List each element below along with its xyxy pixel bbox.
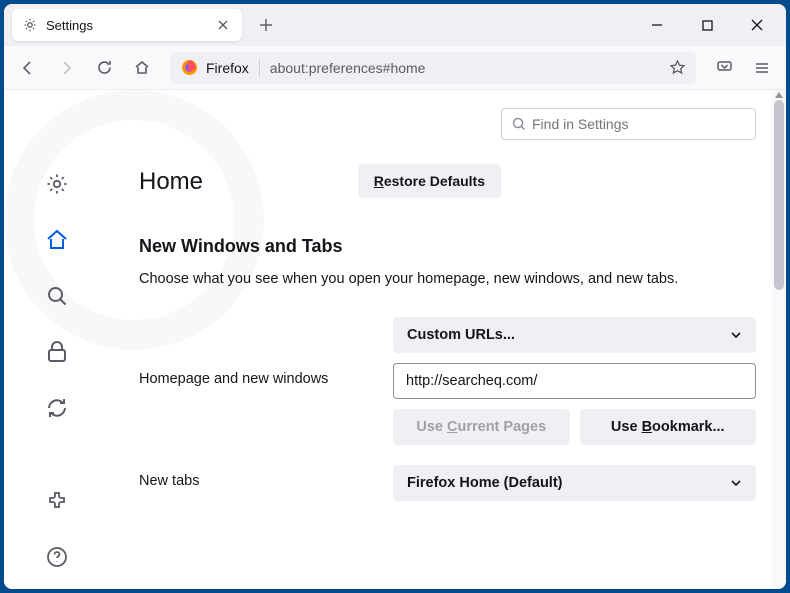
close-tab-icon[interactable] xyxy=(214,16,232,34)
url-divider xyxy=(259,59,260,77)
gear-icon xyxy=(22,17,38,33)
main-content: Restore Defaults Home New Windows and Ta… xyxy=(109,90,786,589)
chevron-down-icon xyxy=(730,329,742,341)
section-title: New Windows and Tabs xyxy=(139,236,756,257)
address-bar[interactable]: Firefox about:preferences#home xyxy=(170,52,696,84)
sidebar-privacy-icon[interactable] xyxy=(43,338,71,366)
url-prefix: Firefox xyxy=(206,60,249,76)
sidebar xyxy=(4,90,109,589)
search-icon xyxy=(512,117,526,131)
sidebar-sync-icon[interactable] xyxy=(43,394,71,422)
pocket-icon[interactable] xyxy=(708,52,740,84)
newtabs-select-value: Firefox Home (Default) xyxy=(407,475,563,491)
newtabs-label: New tabs xyxy=(139,465,393,489)
homepage-url-input[interactable] xyxy=(393,363,756,399)
maximize-button[interactable] xyxy=(682,4,732,46)
sidebar-help-icon[interactable] xyxy=(43,543,71,571)
homepage-select-value: Custom URLs... xyxy=(407,327,515,343)
homepage-select[interactable]: Custom URLs... xyxy=(393,317,756,353)
menu-icon[interactable] xyxy=(746,52,778,84)
new-tab-button[interactable] xyxy=(250,9,282,41)
search-settings-box[interactable] xyxy=(501,108,756,140)
tab-bar: Settings xyxy=(4,4,786,46)
reload-button[interactable] xyxy=(88,52,120,84)
url-path: about:preferences#home xyxy=(270,60,661,76)
search-settings-input[interactable] xyxy=(532,116,745,132)
back-button[interactable] xyxy=(12,52,44,84)
forward-button[interactable] xyxy=(50,52,82,84)
section-description: Choose what you see when you open your h… xyxy=(139,269,756,289)
chevron-down-icon xyxy=(730,477,742,489)
tab-settings[interactable]: Settings xyxy=(12,9,242,41)
window-controls xyxy=(632,4,782,46)
bookmark-icon[interactable] xyxy=(669,59,686,76)
minimize-button[interactable] xyxy=(632,4,682,46)
newtabs-select[interactable]: Firefox Home (Default) xyxy=(393,465,756,501)
restore-defaults-button[interactable]: Restore Defaults xyxy=(358,164,501,198)
nav-bar: Firefox about:preferences#home xyxy=(4,46,786,90)
firefox-icon xyxy=(180,59,198,77)
sidebar-search-icon[interactable] xyxy=(43,282,71,310)
sidebar-home-icon[interactable] xyxy=(43,226,71,254)
tab-label: Settings xyxy=(46,18,206,33)
home-button[interactable] xyxy=(126,52,158,84)
use-bookmark-button[interactable]: Use Bookmark... xyxy=(580,409,757,445)
sidebar-general-icon[interactable] xyxy=(43,170,71,198)
use-current-pages-button[interactable]: Use Current Pages xyxy=(393,409,570,445)
close-button[interactable] xyxy=(732,4,782,46)
homepage-label: Homepage and new windows xyxy=(139,317,393,387)
sidebar-extensions-icon[interactable] xyxy=(43,487,71,515)
